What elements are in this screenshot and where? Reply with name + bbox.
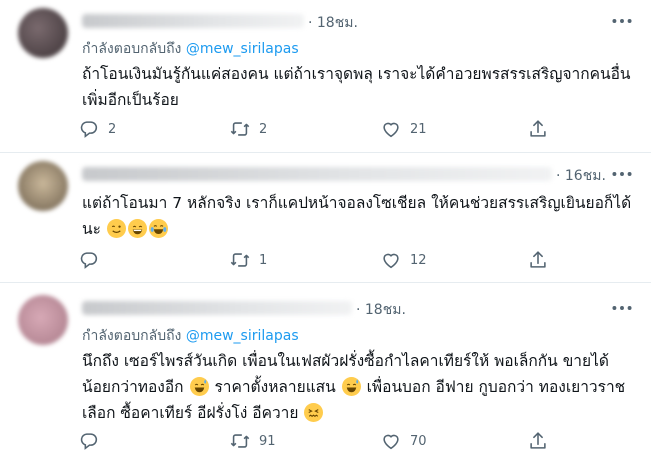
like-button[interactable]: 12: [380, 248, 427, 272]
tweet-text-line: เพิ่มอีกเป็นร้อย: [82, 91, 179, 109]
reply-count: 2: [108, 121, 117, 137]
tweet-header: · 16ชม.: [82, 163, 637, 185]
timestamp[interactable]: · 18ชม.: [308, 12, 358, 34]
blurred-username[interactable]: [82, 301, 352, 315]
replies-feed: · 18ชม. กำลังตอบกลับถึง @mew_sirilapas ถ…: [0, 0, 651, 456]
like-count: 12: [410, 252, 427, 268]
tweet[interactable]: · 18ชม. กำลังตอบกลับถึง @mew_sirilapas น…: [0, 282, 651, 456]
retweet-button[interactable]: 1: [229, 248, 267, 272]
tweet-text-fragment: เลือก ซื้อคาเทียร์ อีฝรั่งโง่ อีควาย: [82, 404, 299, 422]
confounded-emoji-icon: [304, 403, 324, 422]
like-icon: [383, 434, 399, 450]
like-button[interactable]: 21: [380, 117, 427, 141]
like-icon: [383, 122, 399, 138]
retweet-count: 2: [259, 121, 268, 137]
reply-icon: [80, 433, 98, 450]
more-icon[interactable]: [609, 161, 635, 187]
retweet-button[interactable]: 2: [229, 117, 267, 141]
retweet-icon: [230, 253, 250, 267]
reply-handle-link[interactable]: @mew_sirilapas: [186, 41, 299, 57]
tweet-text-line: แต่ถ้าโอนมา 7 หลักจริง เราก็แคปหน้าจอลงโ…: [82, 194, 632, 212]
share-button[interactable]: [527, 429, 549, 453]
share-button[interactable]: [527, 117, 549, 141]
like-count: 70: [410, 433, 427, 449]
tweet-text-fragment: ราคาตั้งหลายแสน: [214, 378, 336, 396]
tweet[interactable]: · 18ชม. กำลังตอบกลับถึง @mew_sirilapas ถ…: [0, 0, 651, 152]
avatar[interactable]: [18, 8, 68, 58]
action-bar: 91 70: [78, 429, 558, 453]
tweet-text-line: เลือก ซื้อคาเทียร์ อีฝรั่งโง่ อีควาย: [82, 400, 642, 426]
timestamp[interactable]: · 16ชม.: [556, 165, 606, 187]
tweet-header: · 18ชม.: [82, 10, 637, 32]
action-bar: 2 2 21: [78, 117, 558, 141]
replying-to: กำลังตอบกลับถึง @mew_sirilapas: [82, 38, 299, 60]
share-icon: [530, 251, 546, 268]
avatar[interactable]: [18, 161, 68, 211]
retweet-button[interactable]: 91: [229, 429, 276, 453]
tweet-text: นึกถึง เซอร์ไพรส์วันเกิด เพื่อนในเฟสผัวฝ…: [82, 348, 642, 426]
retweet-icon: [230, 434, 250, 448]
action-bar: 1 12: [78, 248, 558, 272]
tweet-text-line: นะ: [82, 216, 642, 242]
replying-to-label: กำลังตอบกลับถึง: [82, 41, 182, 57]
tweet-text: แต่ถ้าโอนมา 7 หลักจริง เราก็แคปหน้าจอลงโ…: [82, 190, 642, 242]
reply-handle-link[interactable]: @mew_sirilapas: [186, 328, 299, 344]
retweet-count: 1: [259, 252, 268, 268]
like-icon: [383, 253, 399, 269]
tears-of-joy-emoji-icon: [148, 219, 168, 238]
tweet-text-fragment: เพื่อนบอก อีฟาย กูบอกว่า ทองเยาวราช: [366, 378, 626, 396]
avatar[interactable]: [18, 295, 68, 345]
blurred-username[interactable]: [82, 167, 552, 181]
blurred-username[interactable]: [82, 14, 304, 28]
share-button[interactable]: [527, 248, 549, 272]
reply-icon: [80, 121, 98, 138]
retweet-icon: [230, 122, 250, 136]
grinning-emoji-icon: [127, 219, 147, 238]
more-icon[interactable]: [609, 8, 635, 34]
tweet-text-line: นึกถึง เซอร์ไพรส์วันเกิด เพื่อนในเฟสผัวฝ…: [82, 352, 609, 370]
like-count: 21: [410, 121, 427, 137]
tweet[interactable]: · 16ชม. แต่ถ้าโอนมา 7 หลักจริง เราก็แคปห…: [0, 152, 651, 282]
timestamp[interactable]: · 18ชม.: [356, 299, 406, 321]
reply-button[interactable]: [78, 429, 108, 453]
tweet-text-fragment: น้อยกว่าทองอีก: [82, 378, 184, 396]
tweet-text-fragment: นะ: [82, 220, 101, 238]
tweet-text: ถ้าโอนเงินมันรู้กันแค่สองคน แต่ถ้าเราจุด…: [82, 61, 642, 113]
tweet-text-line: น้อยกว่าทองอีก ราคาตั้งหลายแสน เพื่อนบอก…: [82, 374, 642, 400]
reply-icon: [80, 252, 98, 269]
tweet-text-line: ถ้าโอนเงินมันรู้กันแค่สองคน แต่ถ้าเราจุด…: [82, 65, 631, 83]
replying-to: กำลังตอบกลับถึง @mew_sirilapas: [82, 325, 299, 347]
sweat-smile-emoji-icon: [341, 377, 361, 396]
retweet-count: 91: [259, 433, 276, 449]
more-icon[interactable]: [609, 295, 635, 321]
sweat-smile-emoji-icon: [189, 377, 209, 396]
like-button[interactable]: 70: [380, 429, 427, 453]
share-icon: [530, 120, 546, 137]
reply-button[interactable]: [78, 248, 108, 272]
share-icon: [530, 432, 546, 449]
reply-button[interactable]: 2: [78, 117, 116, 141]
replying-to-label: กำลังตอบกลับถึง: [82, 328, 182, 344]
tweet-header: · 18ชม.: [82, 297, 637, 319]
wink-emoji-icon: [106, 219, 126, 238]
